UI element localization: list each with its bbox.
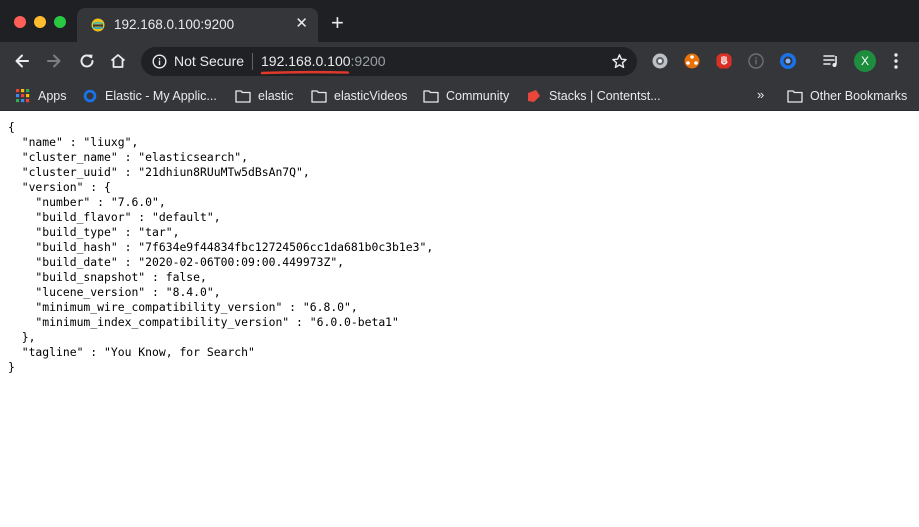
reload-icon[interactable] <box>77 51 97 71</box>
browser-window: 192.168.0.100:9200 ✕ + Not Secure 192.16… <box>0 0 919 527</box>
json-line: "build_type" : "tar", <box>8 225 180 239</box>
tab-title: 192.168.0.100:9200 <box>114 17 235 32</box>
json-line: "build_hash" : "7f634e9f44834fbc12724506… <box>8 240 434 254</box>
tab-close-icon[interactable]: ✕ <box>295 16 308 32</box>
json-line: "tagline" : "You Know, for Search" <box>8 345 255 359</box>
url-text[interactable]: 192.168.0.100:9200 <box>261 53 386 69</box>
bookmark-other-bookmarks[interactable]: Other Bookmarks <box>787 80 907 111</box>
bookmarks-bar: Apps Elastic - My Applic... elastic elas… <box>0 80 919 111</box>
json-line: }, <box>8 330 36 344</box>
tab-active[interactable]: 192.168.0.100:9200 ✕ <box>77 8 318 42</box>
info-icon[interactable] <box>152 54 167 69</box>
omnibox-separator <box>252 53 253 70</box>
bookmark-folder-elasticvideos[interactable]: elasticVideos <box>311 80 407 111</box>
json-line: "build_flavor" : "default", <box>8 210 221 224</box>
page-content: { "name" : "liuxg", "cluster_name" : "el… <box>0 111 919 527</box>
zoom-window-button[interactable] <box>54 16 66 28</box>
json-line: { <box>8 120 15 134</box>
close-window-button[interactable] <box>14 16 26 28</box>
toolbar: Not Secure 192.168.0.100:9200 X <box>0 42 919 80</box>
minimize-window-button[interactable] <box>34 16 46 28</box>
extension-circle-icon[interactable] <box>651 52 669 70</box>
json-line: "cluster_uuid" : "21dhiun8RUuMTw5dBsAn7Q… <box>8 165 310 179</box>
bookmark-label: Elastic - My Applic... <box>105 88 217 103</box>
apps-grid-icon <box>16 88 30 102</box>
profile-avatar[interactable]: X <box>854 50 876 72</box>
bookmark-folder-elastic[interactable]: elastic <box>235 80 293 111</box>
extension-info-icon[interactable] <box>747 52 765 70</box>
json-line: "name" : "liuxg", <box>8 135 139 149</box>
json-line: "build_date" : "2020-02-06T00:09:00.4499… <box>8 255 345 269</box>
folder-icon <box>311 89 327 103</box>
forward-arrow-icon[interactable] <box>44 51 64 71</box>
tab-strip: 192.168.0.100:9200 ✕ + <box>0 0 919 42</box>
elastic-favicon-icon <box>91 18 105 32</box>
address-bar[interactable]: Not Secure 192.168.0.100:9200 <box>141 47 637 76</box>
json-line: } <box>8 360 15 374</box>
back-arrow-icon[interactable] <box>12 51 32 71</box>
bookmark-label: Community <box>446 88 510 103</box>
json-line: "cluster_name" : "elasticsearch", <box>8 150 249 164</box>
extension-blue-ring-icon[interactable] <box>779 52 797 70</box>
json-line: "lucene_version" : "8.4.0", <box>8 285 221 299</box>
extension-orange-icon[interactable] <box>683 52 701 70</box>
bookmark-label: Stacks | Contentst... <box>549 88 661 103</box>
bookmarks-overflow-chevron[interactable]: » <box>757 87 764 102</box>
json-line: "build_snapshot" : false, <box>8 270 207 284</box>
elastic-favicon-icon <box>83 89 97 102</box>
url-port: :9200 <box>350 53 386 69</box>
bookmark-star-icon[interactable] <box>611 53 628 70</box>
bookmark-stacks-contentstack[interactable]: Stacks | Contentst... <box>526 80 661 111</box>
json-line: "minimum_wire_compatibility_version" : "… <box>8 300 358 314</box>
bookmark-elastic-my-applications[interactable]: Elastic - My Applic... <box>82 80 217 111</box>
json-line: "version" : { <box>8 180 111 194</box>
contentstack-icon <box>528 89 540 102</box>
bookmark-apps[interactable]: Apps <box>15 80 67 111</box>
json-line: "number" : "7.6.0", <box>8 195 166 209</box>
new-tab-button[interactable]: + <box>331 12 344 34</box>
bookmark-label: elasticVideos <box>334 88 408 103</box>
bookmark-label: Other Bookmarks <box>810 88 908 103</box>
bookmark-label: Apps <box>38 88 67 103</box>
folder-icon <box>235 89 251 103</box>
url-host: 192.168.0.100 <box>261 53 351 69</box>
bookmark-label: elastic <box>258 88 294 103</box>
adblock-hand-icon[interactable] <box>715 52 733 70</box>
bookmark-folder-community[interactable]: Community <box>423 80 509 111</box>
folder-icon <box>787 89 803 103</box>
more-menu-icon[interactable] <box>893 52 899 70</box>
red-underline-annotation <box>260 70 350 75</box>
json-line: "minimum_index_compatibility_version" : … <box>8 315 399 329</box>
home-icon[interactable] <box>108 51 128 71</box>
media-controls-icon[interactable] <box>822 52 840 70</box>
security-status[interactable]: Not Secure <box>174 53 244 69</box>
json-response: { "name" : "liuxg", "cluster_name" : "el… <box>8 120 433 375</box>
folder-icon <box>423 89 439 103</box>
